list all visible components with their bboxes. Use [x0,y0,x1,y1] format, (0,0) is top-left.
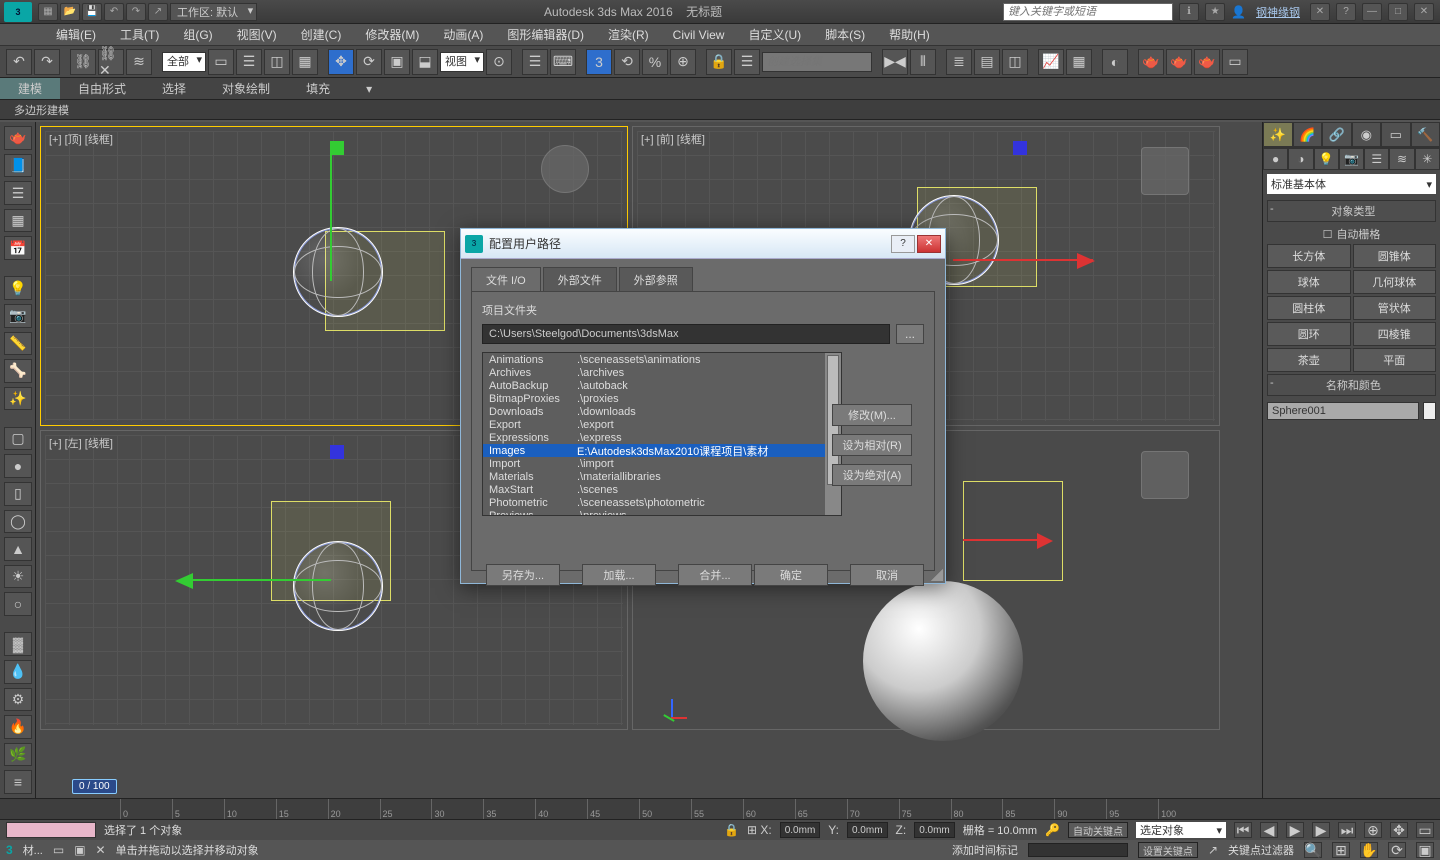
save-as-button[interactable]: 另存为... [486,564,560,586]
tab-external-files[interactable]: 外部文件 [543,267,617,292]
make-absolute-button[interactable]: 设为绝对(A) [832,464,912,486]
path-row-autobackup[interactable]: AutoBackup.\autoback [483,379,841,392]
dialog-tabs: 文件 I/O 外部文件 外部参照 [471,267,935,292]
project-path-input[interactable] [482,324,890,344]
path-row-downloads[interactable]: Downloads.\downloads [483,405,841,418]
tab-xrefs[interactable]: 外部参照 [619,267,693,292]
path-row-import[interactable]: Import.\import [483,457,841,470]
dialog-body: 文件 I/O 外部文件 外部参照 项目文件夹 ... Animations.\s… [461,259,945,583]
cancel-button[interactable]: 取消 [850,564,924,586]
merge-button[interactable]: 合并... [678,564,752,586]
modal-overlay: 3 配置用户路径 ? ✕ 文件 I/O 外部文件 外部参照 项目文件夹 ... … [0,0,1440,860]
path-row-images[interactable]: ImagesE:\Autodesk3dsMax2010课程项目\素材 [483,444,841,457]
dialog-panel: 项目文件夹 ... Animations.\sceneassets\animat… [471,291,935,571]
dialog-help-button[interactable]: ? [891,235,915,253]
dialog-close-button[interactable]: ✕ [917,235,941,253]
load-button[interactable]: 加载... [582,564,656,586]
path-row-previews[interactable]: Previews.\previews [483,509,841,516]
resize-grip[interactable] [931,569,943,581]
tab-file-io[interactable]: 文件 I/O [471,267,541,292]
project-folder-label: 项目文件夹 [482,302,924,318]
browse-button[interactable]: ... [896,324,924,344]
paths-listbox[interactable]: Animations.\sceneassets\animationsArchiv… [482,352,842,516]
path-row-export[interactable]: Export.\export [483,418,841,431]
path-row-materials[interactable]: Materials.\materiallibraries [483,470,841,483]
ok-button[interactable]: 确定 [754,564,828,586]
modify-button[interactable]: 修改(M)... [832,404,912,426]
path-row-photometric[interactable]: Photometric.\sceneassets\photometric [483,496,841,509]
configure-paths-dialog: 3 配置用户路径 ? ✕ 文件 I/O 外部文件 外部参照 项目文件夹 ... … [460,228,946,584]
path-row-maxstart[interactable]: MaxStart.\scenes [483,483,841,496]
make-relative-button[interactable]: 设为相对(R) [832,434,912,456]
path-row-bitmapproxies[interactable]: BitmapProxies.\proxies [483,392,841,405]
dialog-titlebar[interactable]: 3 配置用户路径 ? ✕ [461,229,945,259]
dialog-title: 配置用户路径 [489,235,889,252]
path-row-archives[interactable]: Archives.\archives [483,366,841,379]
dialog-app-icon: 3 [465,235,483,253]
path-row-animations[interactable]: Animations.\sceneassets\animations [483,353,841,366]
